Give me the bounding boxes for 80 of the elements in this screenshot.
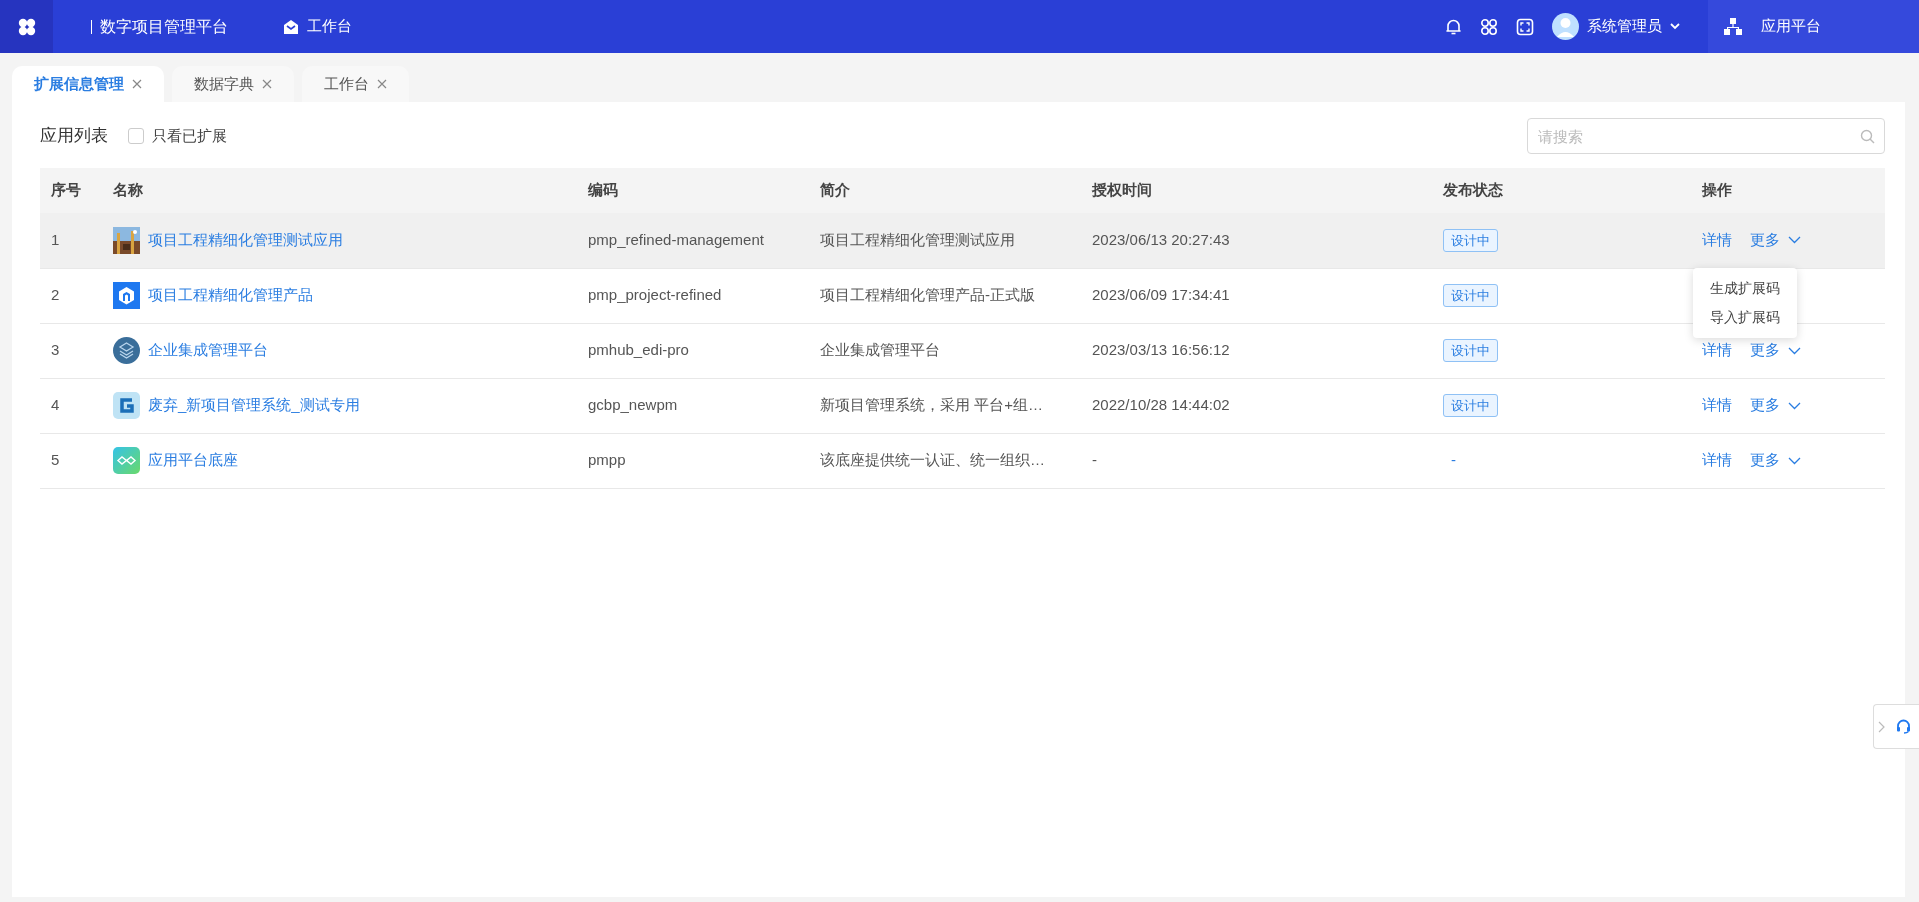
user-menu[interactable]: 系统管理员 bbox=[1552, 13, 1680, 40]
app-name-link[interactable]: 项目工程精细化管理测试应用 bbox=[148, 229, 343, 252]
search-icon[interactable] bbox=[1860, 129, 1875, 144]
table-cell: pmp_project-refined bbox=[588, 286, 722, 304]
table-cell: 1 bbox=[51, 231, 60, 248]
status-tag: 设计中 bbox=[1443, 284, 1498, 308]
bell-icon[interactable] bbox=[1445, 17, 1462, 36]
chevron-down-icon bbox=[1788, 346, 1801, 355]
close-icon[interactable] bbox=[377, 79, 387, 89]
filter-checkbox[interactable]: 只看已扩展 bbox=[128, 124, 227, 148]
more-link[interactable]: 更多 bbox=[1750, 394, 1801, 417]
column-header: 操作 bbox=[1702, 181, 1732, 199]
table-cell: 项目工程精细化管理产品-正式版 bbox=[820, 286, 1035, 304]
table-cell: 项目工程精细化管理测试应用 bbox=[820, 231, 1015, 248]
table-cell: 4 bbox=[51, 396, 60, 414]
table-cell: 2023/06/09 17:34:41 bbox=[1092, 286, 1230, 304]
workbench-link[interactable]: 工作台 bbox=[283, 15, 352, 38]
envelope-icon bbox=[283, 18, 299, 35]
status-tag: 设计中 bbox=[1443, 229, 1498, 252]
hierarchy-icon bbox=[1724, 17, 1742, 36]
menu-item[interactable]: 生成扩展码 bbox=[1693, 274, 1797, 303]
help-button[interactable] bbox=[1873, 704, 1919, 749]
detail-link[interactable]: 详情 bbox=[1702, 449, 1732, 472]
column-header: 序号 bbox=[51, 181, 81, 199]
more-link[interactable]: 更多 bbox=[1750, 339, 1801, 362]
table-cell: pmhub_edi-pro bbox=[588, 341, 689, 359]
table-cell: gcbp_newpm bbox=[588, 396, 678, 414]
status-tag: 设计中 bbox=[1443, 394, 1498, 418]
tab[interactable]: 扩展信息管理 bbox=[12, 66, 164, 102]
table-cell: 3 bbox=[51, 341, 60, 359]
table-cell: 5 bbox=[51, 451, 60, 469]
avatar-icon bbox=[1552, 13, 1579, 40]
table-cell: 2023/03/13 16:56:12 bbox=[1092, 341, 1230, 359]
chevron-down-icon bbox=[1788, 401, 1801, 410]
table-cell: - bbox=[1092, 451, 1097, 469]
chevron-down-icon bbox=[1788, 236, 1801, 245]
table-cell: 该底座提供统一认证、统一组织… bbox=[820, 451, 1045, 469]
app-platform-link[interactable]: 应用平台 bbox=[1708, 0, 1919, 53]
detail-link[interactable]: 详情 bbox=[1702, 339, 1732, 362]
chevron-down-icon bbox=[1788, 456, 1801, 465]
platform-name: 数字项目管理平台 bbox=[100, 16, 228, 37]
tab[interactable]: 数据字典 bbox=[172, 66, 294, 102]
app-name-link[interactable]: 企业集成管理平台 bbox=[148, 339, 268, 362]
close-icon[interactable] bbox=[132, 79, 142, 89]
table-cell: 2 bbox=[51, 286, 60, 304]
layers-logo-icon bbox=[113, 337, 140, 364]
caret-icon bbox=[1670, 23, 1680, 30]
letter-logo-icon bbox=[113, 392, 140, 419]
more-link[interactable]: 更多 bbox=[1750, 229, 1801, 252]
fullscreen-icon[interactable] bbox=[1516, 17, 1534, 36]
detail-link[interactable]: 详情 bbox=[1702, 229, 1732, 252]
table-cell: 企业集成管理平台 bbox=[820, 341, 940, 359]
tab[interactable]: 工作台 bbox=[302, 66, 409, 102]
more-link[interactable]: 更多 bbox=[1750, 449, 1801, 472]
search-field[interactable]: 请搜索 bbox=[1527, 118, 1885, 154]
column-header: 编码 bbox=[588, 181, 618, 199]
apps-icon[interactable] bbox=[1480, 17, 1498, 36]
status-text: - bbox=[1451, 451, 1456, 469]
chevron-right-icon bbox=[1878, 720, 1885, 733]
headset-icon bbox=[1896, 719, 1911, 734]
link-logo-icon bbox=[113, 447, 140, 474]
app-name-link[interactable]: 废弃_新项目管理系统_测试专用 bbox=[148, 394, 360, 417]
app-logo-icon[interactable] bbox=[16, 16, 37, 37]
table-cell: 新项目管理系统，采用 平台+组… bbox=[820, 396, 1043, 414]
close-icon[interactable] bbox=[262, 79, 272, 89]
table-cell: 2023/06/13 20:27:43 bbox=[1092, 231, 1230, 248]
column-header: 发布状态 bbox=[1443, 181, 1503, 199]
column-header: 简介 bbox=[820, 181, 850, 199]
app-name-link[interactable]: 应用平台底座 bbox=[148, 449, 238, 472]
table-cell: pmpp bbox=[588, 451, 626, 469]
app-name-link[interactable]: 项目工程精细化管理产品 bbox=[148, 284, 313, 307]
list-title: 应用列表 bbox=[40, 125, 108, 148]
column-header: 名称 bbox=[113, 181, 143, 199]
status-tag: 设计中 bbox=[1443, 339, 1498, 363]
table-cell: pmp_refined-management bbox=[588, 231, 764, 248]
table-cell: 2022/10/28 14:44:02 bbox=[1092, 396, 1230, 414]
column-header: 授权时间 bbox=[1092, 181, 1152, 199]
detail-link[interactable]: 详情 bbox=[1702, 394, 1732, 417]
hexagon-logo-icon bbox=[113, 282, 140, 309]
menu-item[interactable]: 导入扩展码 bbox=[1693, 303, 1797, 332]
